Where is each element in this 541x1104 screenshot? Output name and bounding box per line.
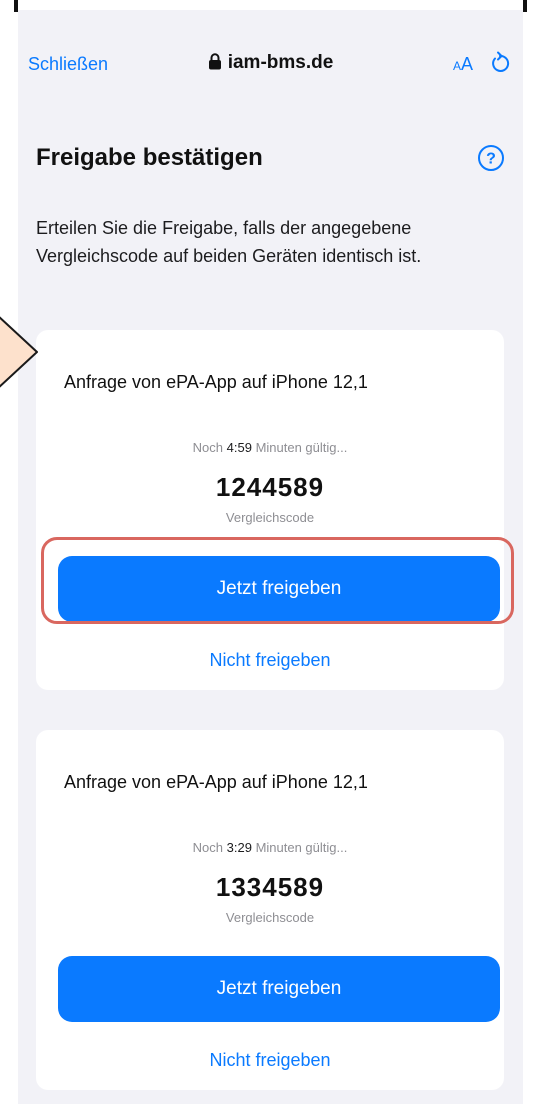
validity-timer: Noch 4:59 Minuten gültig... bbox=[36, 440, 504, 455]
text-size-large: A bbox=[460, 54, 473, 74]
browser-sheet: Schließen iam-bms.de AA Freigabe bestäti… bbox=[18, 10, 523, 1104]
request-card: Anfrage von ePA-App auf iPhone 12,1 Noch… bbox=[36, 730, 504, 1090]
request-card: Anfrage von ePA-App auf iPhone 12,1 Noch… bbox=[36, 330, 504, 690]
request-title: Anfrage von ePA-App auf iPhone 12,1 bbox=[64, 372, 368, 392]
timer-value: 4:59 bbox=[226, 440, 252, 455]
frame-corner-right bbox=[523, 0, 527, 12]
decline-button[interactable]: Nicht freigeben bbox=[36, 650, 504, 671]
comparison-code: 1244589 bbox=[215, 472, 325, 502]
domain-text: iam-bms.de bbox=[227, 52, 334, 73]
validity-timer: Noch 3:29 Minuten gültig... bbox=[36, 840, 504, 855]
timer-prefix: Noch bbox=[192, 440, 223, 455]
text-size-small: A bbox=[452, 59, 461, 73]
address-domain[interactable]: iam-bms.de bbox=[18, 52, 523, 76]
text-size-button[interactable]: AA bbox=[453, 54, 473, 75]
approve-button[interactable]: Jetzt freigeben bbox=[58, 556, 500, 622]
reload-icon[interactable] bbox=[489, 50, 511, 79]
timer-value: 3:29 bbox=[226, 840, 252, 855]
device-frame-top bbox=[0, 0, 541, 12]
page-title: Freigabe bestätigen bbox=[36, 144, 263, 171]
help-icon[interactable]: ? bbox=[477, 144, 505, 177]
browser-navbar: Schließen iam-bms.de AA bbox=[18, 10, 523, 108]
comparison-code: 1334589 bbox=[215, 872, 325, 902]
timer-suffix: Minuten gültig... bbox=[255, 840, 348, 855]
pointer-arrow-icon bbox=[0, 312, 40, 397]
svg-text:?: ? bbox=[486, 151, 496, 168]
request-title: Anfrage von ePA-App auf iPhone 12,1 bbox=[64, 772, 368, 792]
approve-button[interactable]: Jetzt freigeben bbox=[58, 956, 500, 1022]
timer-suffix: Minuten gültig... bbox=[255, 440, 348, 455]
timer-prefix: Noch bbox=[192, 840, 223, 855]
comparison-code-label: Vergleichscode bbox=[225, 510, 315, 525]
lock-icon bbox=[208, 53, 222, 76]
page-description: Erteilen Sie die Freigabe, falls der ang… bbox=[36, 218, 422, 266]
decline-button[interactable]: Nicht freigeben bbox=[36, 1050, 504, 1071]
comparison-code-label: Vergleichscode bbox=[225, 910, 315, 925]
